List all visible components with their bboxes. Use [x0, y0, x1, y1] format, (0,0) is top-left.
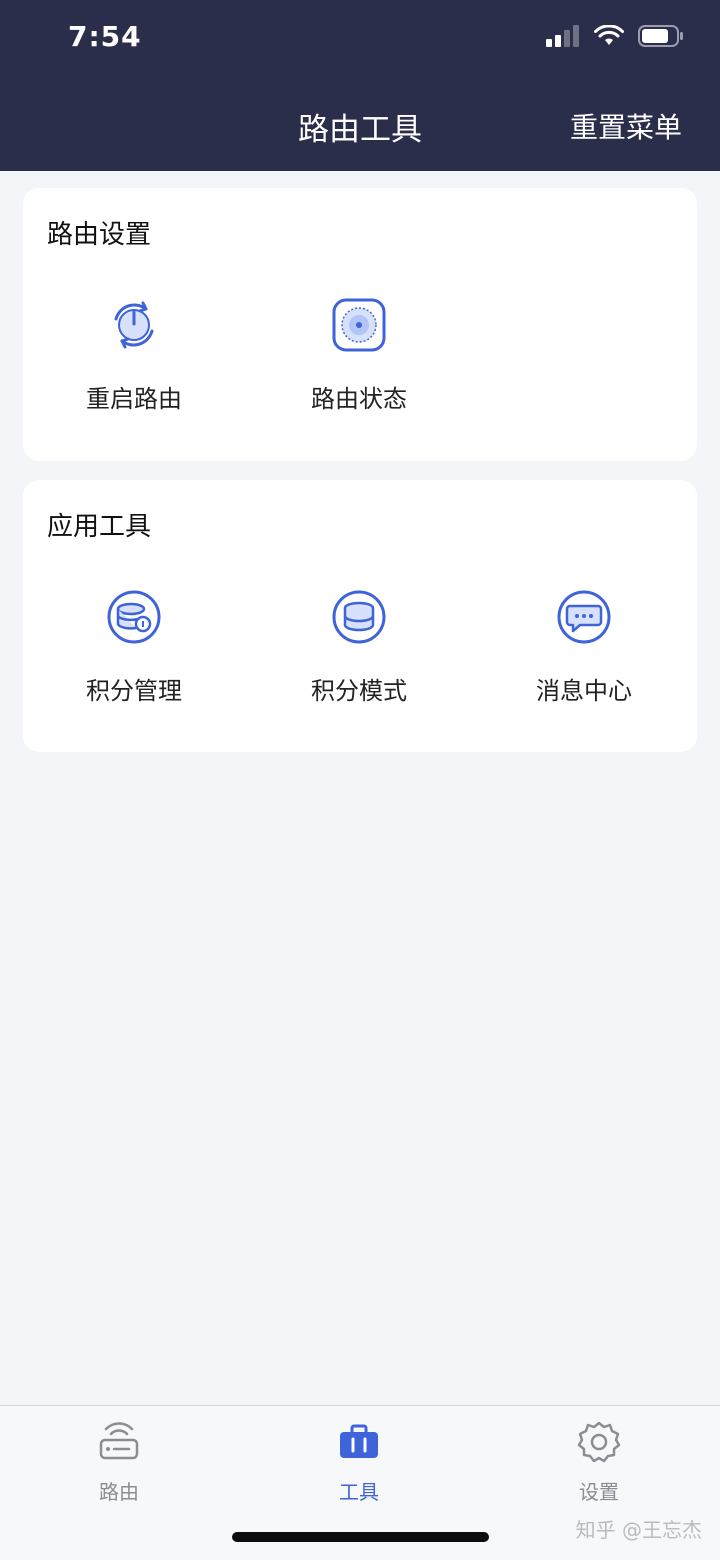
- message-center-icon: [557, 590, 611, 644]
- tab-tools-label: 工具: [339, 1480, 379, 1504]
- points-manage-icon: [107, 590, 161, 644]
- points-mode-label: 积分模式: [311, 677, 407, 705]
- reset-menu-button[interactable]: 重置菜单: [570, 106, 682, 146]
- router-status-label: 路由状态: [311, 385, 407, 413]
- points-mode-icon: [332, 590, 386, 644]
- restart-router-item[interactable]: 重启路由: [54, 297, 214, 427]
- points-mode-item[interactable]: 积分模式: [279, 589, 439, 719]
- router-icon: [99, 1422, 139, 1460]
- status-icons: [546, 24, 684, 48]
- gear-icon: [577, 1421, 621, 1463]
- router-status-icon: [332, 298, 386, 352]
- tab-router[interactable]: 路由: [59, 1420, 179, 1505]
- app-header: 7:54 路由工具 重置菜单: [0, 0, 720, 171]
- points-manage-label: 积分管理: [86, 677, 182, 705]
- home-indicator: [232, 1532, 489, 1542]
- tab-settings-label: 设置: [579, 1480, 619, 1504]
- app-tools-card: 应用工具 积分管理 积分模式 消息中心: [23, 480, 697, 752]
- cellular-signal-icon: [546, 25, 579, 47]
- battery-icon: [638, 25, 683, 47]
- message-center-label: 消息中心: [536, 677, 632, 705]
- section-title: 路由设置: [47, 220, 152, 250]
- router-status-item[interactable]: 路由状态: [279, 297, 439, 427]
- tab-router-label: 路由: [99, 1480, 139, 1504]
- points-manage-item[interactable]: 积分管理: [54, 589, 214, 719]
- restart-icon: [114, 301, 154, 349]
- restart-router-label: 重启路由: [86, 385, 182, 413]
- message-center-item[interactable]: 消息中心: [504, 589, 664, 719]
- router-settings-card: 路由设置 重启路由 路由状态: [23, 188, 697, 461]
- tab-tools[interactable]: 工具: [299, 1420, 419, 1505]
- section-title: 应用工具: [47, 512, 152, 542]
- toolbox-icon: [340, 1424, 378, 1458]
- watermark: 知乎 @王忘杰: [575, 1518, 702, 1542]
- status-time: 7:54: [68, 20, 142, 53]
- wifi-icon: [594, 25, 624, 45]
- tab-settings[interactable]: 设置: [539, 1420, 659, 1505]
